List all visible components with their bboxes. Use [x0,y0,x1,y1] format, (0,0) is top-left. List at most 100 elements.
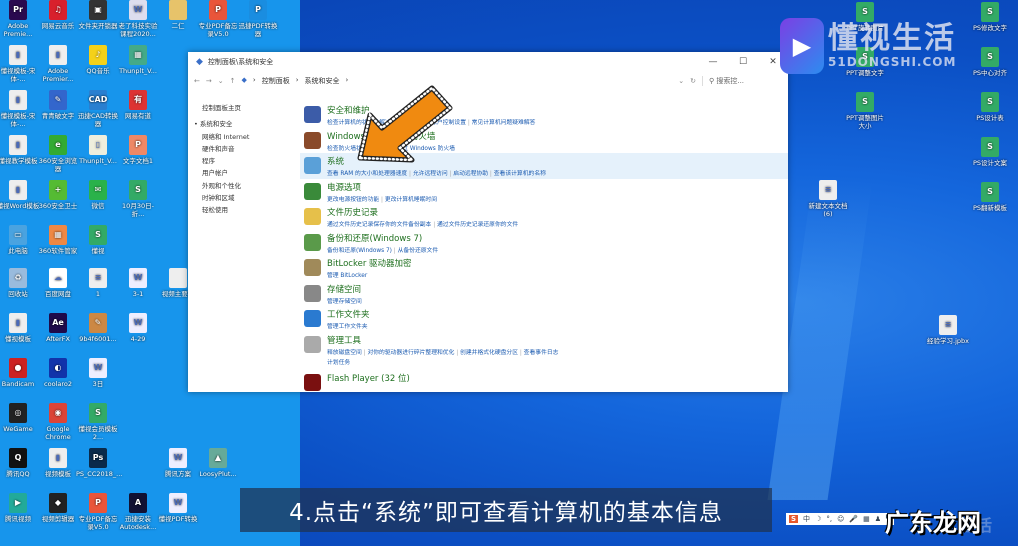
category-link[interactable]: 更改电源按钮的功能 [327,197,379,203]
desktop-icon[interactable]: 有网易有道 [116,90,160,120]
category-link[interactable]: 计划任务 [327,360,350,366]
category-item[interactable]: 管理工具释放磁盘空间对你的驱动器进行碎片整理和优化创建并格式化硬盘分区查看事件日… [300,332,788,370]
category-title[interactable]: 备份和还原(Windows 7) [327,232,438,244]
desktop-icon[interactable]: ▮ 懂视模板-宋体-... [0,45,40,83]
desktop-icon[interactable]: 二仁 [156,0,200,30]
category-link[interactable]: 释放磁盘空间 [327,350,362,356]
desktop-icon[interactable]: ☁ 百度网盘 [36,268,80,298]
category-link[interactable]: 从备份还原文件 [392,248,438,254]
nav-item[interactable]: 时钟和区域 [202,192,249,204]
back-icon[interactable]: ← [194,77,200,85]
category-link[interactable]: 备份和还原(Windows 7) [327,248,392,254]
desktop-icon[interactable]: ▲ LoosyPlut... [196,448,240,478]
nav-item[interactable]: 用户帐户 [202,167,249,179]
desktop-icon[interactable]: S PS中心对齐 [968,47,1012,77]
category-item[interactable]: 电源选项更改电源按钮的功能更改计算机睡眠时间 [300,179,788,205]
category-link[interactable]: 常见计算机问题疑难解答 [466,120,535,126]
maximize-button[interactable]: ☐ [728,57,758,67]
category-link[interactable]: 更改计算机睡眠时间 [379,197,437,203]
nav-home[interactable]: 控制面板主页 [202,102,249,114]
desktop-icon[interactable]: ♪ QQ音乐 [76,45,120,75]
desktop-icon[interactable]: S PPT调整图片大小 [843,92,887,130]
ime-tool-icon[interactable]: °, [826,515,832,523]
desktop-icon[interactable]: ≡ 经验学习.jpbx [926,315,970,345]
desktop-icon[interactable]: W 4-29 [116,313,160,343]
desktop-icon[interactable]: S 10月30日-折... [116,180,160,218]
desktop-icon[interactable]: ◎ WeGame [0,403,40,433]
desktop-icon[interactable]: S 懂视会员模板2... [76,403,120,441]
desktop-icon[interactable]: ✉ 微信 [76,180,120,210]
nav-item[interactable]: 轻松使用 [202,204,249,216]
category-title[interactable]: 电源选项 [327,181,437,193]
category-link[interactable]: 管理存储空间 [327,299,362,305]
desktop-icon[interactable]: ▯ Thunplt_V... [76,135,120,165]
desktop-icon[interactable]: ▦ 360软件管家 [36,225,80,255]
desktop-icon[interactable]: ▶ 腾讯视频 [0,493,40,523]
category-link[interactable]: 通过文件历史记录保存你的文件备份副本 [327,222,431,228]
desktop-icon[interactable]: ◐ coolaro2 [36,358,80,388]
ime-tool-icon[interactable]: ☽ [815,515,821,523]
desktop-icon[interactable]: Q 腾讯QQ [0,448,40,478]
ime-toolbar[interactable]: S 中 ☽ °, ☺ 🎤 ▦ ♟ ▚ [786,513,895,525]
desktop-icon[interactable]: A 迅捷安装Autodesk... [116,493,160,531]
desktop-icon[interactable]: ● Bandicam [0,358,40,388]
desktop-icon[interactable]: S PS设计表 [968,92,1012,122]
desktop-icon[interactable]: ▮ 懂视教学模板 [0,135,40,165]
category-title[interactable]: BitLocker 驱动器加密 [327,257,412,269]
category-item[interactable]: Flash Player (32 位) [300,370,788,396]
nav-item[interactable]: 外观和个性化 [202,180,249,192]
desktop-icon[interactable]: S PS修改文字 [968,2,1012,32]
desktop-icon[interactable]: Pr Adobe Premie... [0,0,40,38]
dropdown-icon[interactable]: ⌄ [678,77,684,85]
category-link[interactable]: 通过文件历史记录还原你的文件 [431,222,518,228]
ime-tool-icon[interactable]: ♟ [875,515,881,523]
nav-item[interactable]: 程序 [202,155,249,167]
forward-icon[interactable]: → [206,77,212,85]
desktop-icon[interactable]: W 3-1 [116,268,160,298]
desktop-icon[interactable]: S 懂视 [76,225,120,255]
category-item[interactable]: 备份和还原(Windows 7)备份和还原(Windows 7)从备份还原文件 [300,230,788,256]
desktop-icon[interactable]: ▮ 视频模板 [36,448,80,478]
desktop-icon[interactable]: ✎ 青青破文字 [36,90,80,120]
nav-item[interactable]: 硬件和声音 [202,143,249,155]
nav-item[interactable]: 网络和 Internet [202,131,249,143]
desktop-icon[interactable]: ▮ 懂视Word模板 [0,180,40,210]
desktop-icon[interactable]: ◆ 视频剪辑器 [36,493,80,523]
desktop-icon[interactable]: ▮ 懂视模板 [0,313,40,343]
breadcrumb-item[interactable]: 控制面板 [262,76,290,86]
minimize-button[interactable]: — [698,57,728,67]
desktop-icon[interactable]: Ae AfterFX [36,313,80,343]
category-link[interactable]: 管理 BitLocker [327,273,367,279]
desktop-icon[interactable]: S PS翻新模板 [968,182,1012,212]
desktop-icon[interactable]: W 腾讯方案 [156,448,200,478]
desktop-icon[interactable]: P 专业PDF备忘录V5.0 [196,0,240,38]
category-item[interactable]: 工作文件夹管理工作文件夹 [300,306,788,332]
desktop-icon[interactable]: P 文字文档1 [116,135,160,165]
desktop-icon[interactable]: ♫ 网易云音乐 [36,0,80,30]
desktop-icon[interactable]: ✎ 9b4f6001... [76,313,120,343]
category-item[interactable]: BitLocker 驱动器加密管理 BitLocker [300,255,788,281]
category-link[interactable]: 创建并格式化硬盘分区 [454,350,518,356]
category-title[interactable]: 存储空间 [327,283,362,295]
category-title[interactable]: 工作文件夹 [327,308,370,320]
desktop-icon[interactable]: W 懂视PDF转换 [156,493,200,523]
ime-tool-icon[interactable]: ☺ [837,515,844,523]
category-title[interactable]: Flash Player (32 位) [327,372,410,384]
desktop-icon[interactable]: e 360安全浏览器 [36,135,80,173]
ime-mode[interactable]: 中 [803,514,810,524]
refresh-icon[interactable]: ↻ [690,77,696,85]
desktop-icon[interactable]: ▭ 此电脑 [0,225,40,255]
desktop-icon[interactable]: Ps PS_CC2018_... [76,448,122,478]
desktop-icon[interactable]: ♻ 回收站 [0,268,40,298]
desktop-icon[interactable]: P 迅捷PDF转换器 [236,0,280,38]
category-link[interactable]: 管理工作文件夹 [327,324,368,330]
up-icon[interactable]: ↑ [230,77,236,85]
desktop-icon[interactable]: ▣ 文件夹开锁器 [76,0,120,30]
desktop-icon[interactable]: ◉ Google Chrome [36,403,80,441]
category-link[interactable]: 查看该计算机的名称 [488,171,546,177]
category-item[interactable]: 存储空间管理存储空间 [300,281,788,307]
desktop-icon[interactable]: P 专业PDF备忘录V5.0 [76,493,120,531]
desktop-icon[interactable]: CAD 迅捷CAD转换器 [76,90,120,128]
desktop-icon[interactable]: ≡ 1 [76,268,120,298]
category-title[interactable]: 管理工具 [327,334,558,346]
